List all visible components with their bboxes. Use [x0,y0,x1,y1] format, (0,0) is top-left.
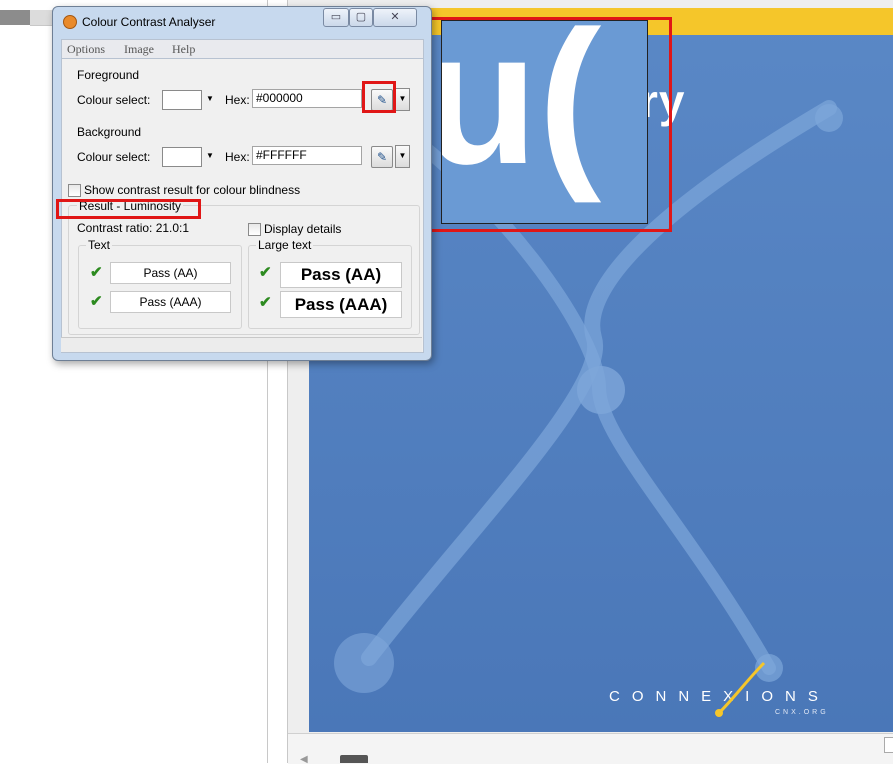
eyedropper-highlight [362,81,396,113]
fg-hex-label: Hex: [225,93,250,107]
menu-image[interactable]: Image [124,42,154,57]
colour-blindness-label[interactable]: Show contrast result for colour blindnes… [84,183,300,197]
viewer-bottom-bar [288,733,893,764]
bg-colour-swatch[interactable] [162,147,202,167]
large-aaa-checkmark-icon: ✔ [259,294,272,311]
background-label: Background [77,125,142,139]
contrast-ratio-text: Contrast ratio: 21.0:1 [77,221,190,235]
title-bar[interactable]: Colour Contrast Analyser ▭ ▢ ✕ [53,7,431,35]
left-toolbar-strip [0,10,30,25]
menu-bar: Options Image Help [61,39,424,59]
result-label-highlight [56,199,201,219]
window-title: Colour Contrast Analyser [82,15,216,29]
large-text-group-label: Large text [256,238,314,252]
large-aaa-result: Pass (AAA) [280,291,402,318]
text-aa-checkmark-icon: ✔ [90,264,103,281]
menu-options[interactable]: Options [67,42,105,57]
fg-picker-dropdown-icon[interactable]: ▼ [395,88,410,111]
scroll-left-icon[interactable]: ◀ [300,754,308,765]
palette-icon [63,15,77,29]
bg-colour-dropdown-icon[interactable]: ▼ [203,147,217,165]
fg-colour-select-label: Colour select: [77,93,151,107]
minimize-button[interactable]: ▭ [323,8,349,27]
magnifier-highlight [426,17,672,232]
maximize-button[interactable]: ▢ [349,8,373,27]
fg-hex-input[interactable]: #000000 [252,89,362,108]
display-details-label[interactable]: Display details [264,222,341,236]
scroll-thumb[interactable] [340,755,368,763]
colour-blindness-checkbox[interactable] [68,184,81,197]
close-button[interactable]: ✕ [373,8,417,27]
bg-picker-dropdown-icon[interactable]: ▼ [395,145,410,168]
text-result-group [78,245,242,329]
bg-hex-input[interactable]: #FFFFFF [252,146,362,165]
menu-help[interactable]: Help [172,42,195,57]
text-group-label: Text [86,238,113,252]
large-aa-checkmark-icon: ✔ [259,264,272,281]
fg-colour-dropdown-icon[interactable]: ▼ [203,90,217,108]
scroll-right-handle[interactable] [884,737,893,753]
fg-colour-swatch[interactable] [162,90,202,110]
colour-contrast-dialog: Colour Contrast Analyser ▭ ▢ ✕ Options I… [52,6,432,361]
bg-eyedropper-icon[interactable]: ✎ [371,146,393,168]
large-aa-result: Pass (AA) [280,262,402,288]
text-aaa-result: Pass (AAA) [110,291,231,313]
text-aa-result: Pass (AA) [110,262,231,284]
bg-colour-select-label: Colour select: [77,150,151,164]
display-details-checkbox[interactable] [248,223,261,236]
text-aaa-checkmark-icon: ✔ [90,293,103,310]
bg-hex-label: Hex: [225,150,250,164]
logo-x-icon [715,661,766,717]
connexions-url: CNX.ORG [775,709,829,716]
foreground-label: Foreground [77,68,140,82]
status-bar [61,337,422,352]
